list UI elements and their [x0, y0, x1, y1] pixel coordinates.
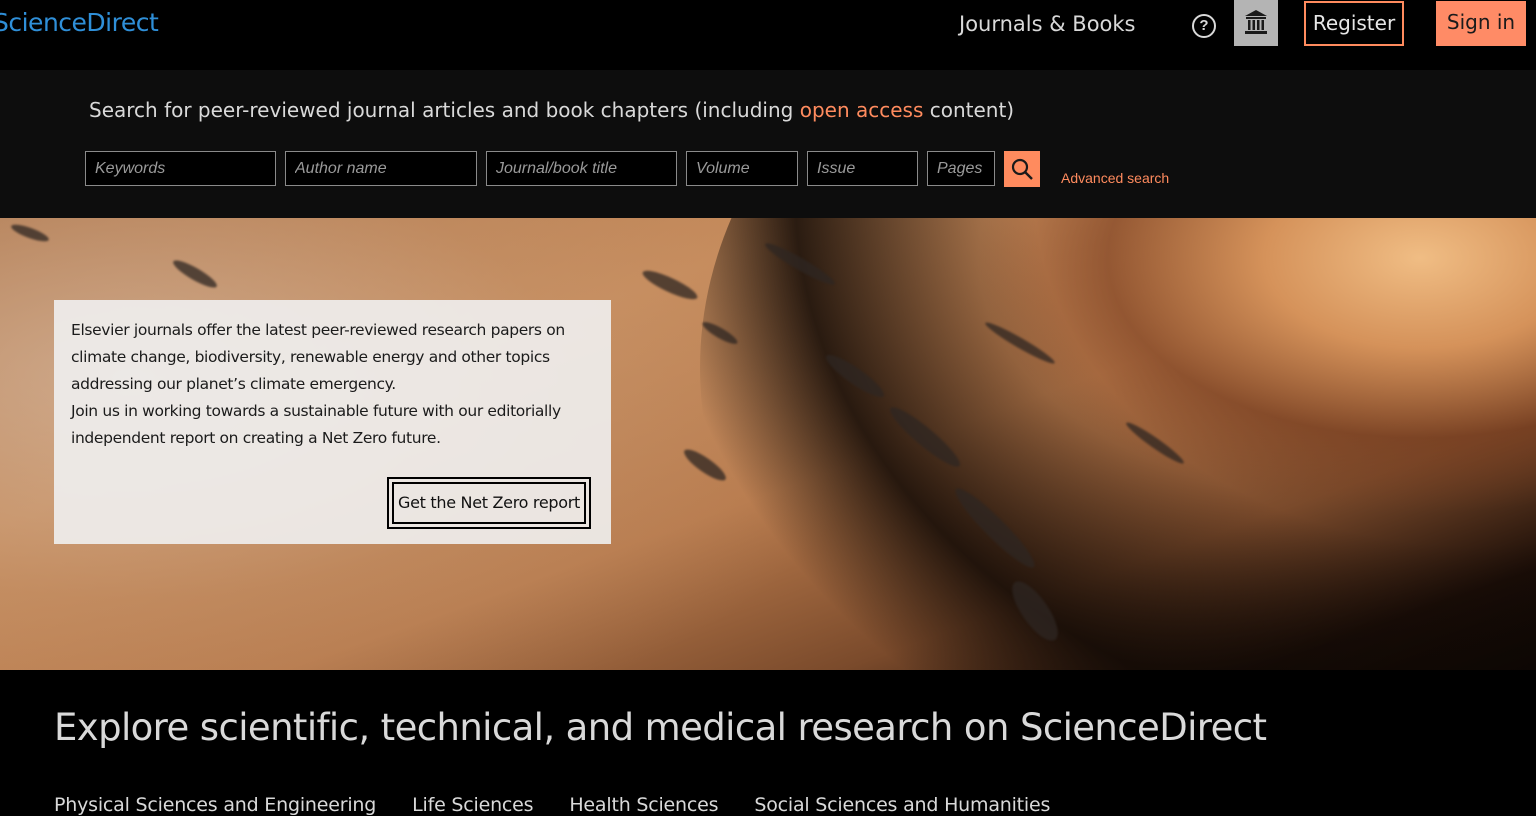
- subject-area-tabs: Physical Sciences and Engineering Life S…: [54, 794, 1050, 816]
- institution-button[interactable]: [1234, 0, 1278, 46]
- tab-social-sciences[interactable]: Social Sciences and Humanities: [754, 794, 1050, 816]
- search-intro-text: Search for peer-reviewed journal article…: [89, 98, 1015, 122]
- institution-building-icon: [1245, 10, 1267, 34]
- journal-title-input[interactable]: [486, 151, 677, 186]
- open-access-link[interactable]: open access: [800, 98, 924, 122]
- sign-in-button[interactable]: Sign in: [1436, 1, 1526, 46]
- volume-input[interactable]: [686, 151, 798, 186]
- site-header: ScienceDirect Journals & Books ? Registe…: [0, 0, 1536, 70]
- issue-input[interactable]: [807, 151, 918, 186]
- pages-input[interactable]: [927, 151, 995, 186]
- promo-text: Elsevier journals offer the latest peer-…: [71, 321, 565, 447]
- tab-physical-sciences[interactable]: Physical Sciences and Engineering: [54, 794, 376, 816]
- tab-life-sciences[interactable]: Life Sciences: [412, 794, 533, 816]
- net-zero-promo-card: Elsevier journals offer the latest peer-…: [54, 300, 611, 544]
- register-button[interactable]: Register: [1304, 1, 1404, 46]
- journals-books-link[interactable]: Journals & Books: [959, 12, 1136, 36]
- keywords-input[interactable]: [85, 151, 276, 186]
- author-name-input[interactable]: [285, 151, 477, 186]
- sciencedirect-logo[interactable]: ScienceDirect: [0, 8, 159, 37]
- hero-terminator: [700, 218, 1536, 670]
- tab-health-sciences[interactable]: Health Sciences: [569, 794, 718, 816]
- net-zero-report-button[interactable]: Get the Net Zero report: [387, 477, 591, 529]
- quick-search-band: Search for peer-reviewed journal article…: [0, 70, 1536, 218]
- explore-heading: Explore scientific, technical, and medic…: [54, 706, 1267, 749]
- search-icon: [1011, 158, 1033, 180]
- help-question-icon[interactable]: ?: [1192, 14, 1216, 38]
- explore-section: Explore scientific, technical, and medic…: [0, 670, 1536, 816]
- search-submit-button[interactable]: [1004, 151, 1040, 187]
- hero-banner: Elsevier journals offer the latest peer-…: [0, 218, 1536, 670]
- advanced-search-link[interactable]: Advanced search: [1061, 170, 1169, 186]
